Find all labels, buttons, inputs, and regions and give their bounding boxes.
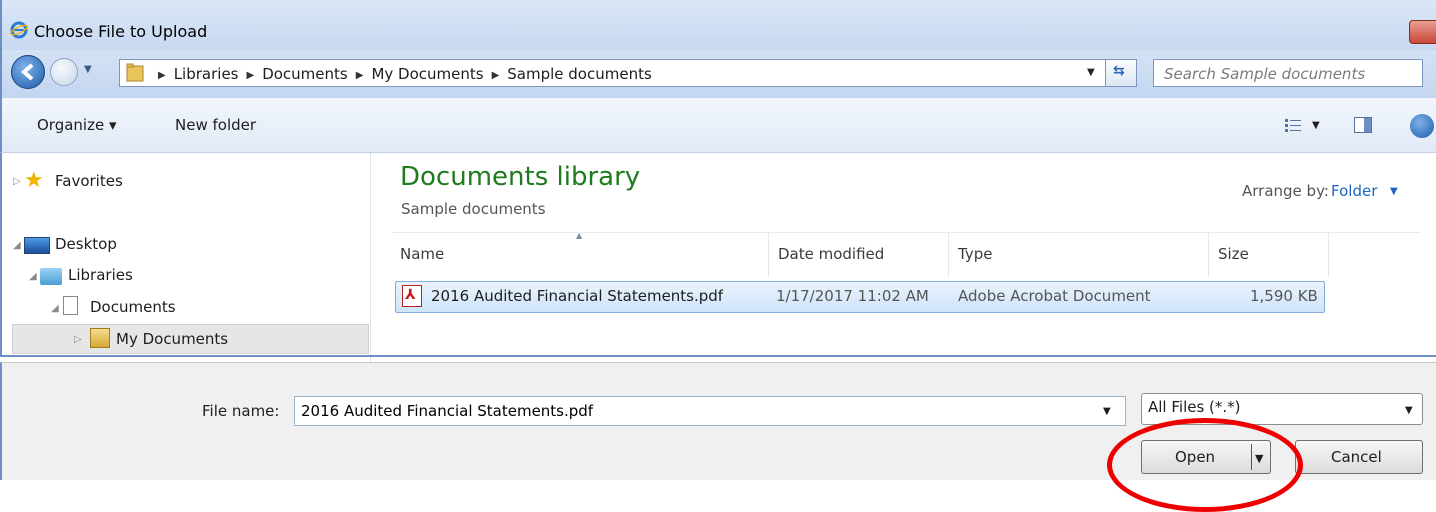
folder-icon	[90, 328, 110, 348]
window-title: Choose File to Upload	[34, 22, 208, 41]
arrange-by-label: Arrange by:	[1242, 182, 1329, 200]
file-size: 1,590 KB	[1250, 287, 1318, 305]
expand-icon[interactable]: ▷	[74, 334, 82, 345]
breadcrumb: ▶ Libraries ▶ Documents ▶ My Documents ▶ Sample…	[150, 65, 652, 83]
file-type-filter-value: All Files (*.*)	[1148, 398, 1241, 416]
close-button[interactable]	[1409, 20, 1436, 44]
column-header-size[interactable]: Size	[1218, 245, 1249, 263]
nav-item-favorites[interactable]: Favorites	[55, 172, 123, 190]
preview-pane-fill	[1364, 118, 1371, 132]
document-icon	[63, 296, 78, 315]
search-placeholder: Search Sample documents	[1164, 65, 1366, 83]
pane-border	[0, 355, 1436, 357]
column-header-name[interactable]: Name	[400, 245, 444, 263]
file-name[interactable]: 2016 Audited Financial Statements.pdf	[431, 287, 723, 305]
breadcrumb-separator-icon[interactable]: ▶	[356, 70, 364, 81]
filter-dropdown-icon[interactable]: ▼	[1405, 405, 1413, 416]
title-bar	[0, 0, 1436, 50]
nav-item-desktop[interactable]: Desktop	[55, 235, 117, 253]
cancel-button-label: Cancel	[1331, 448, 1382, 466]
breadcrumb-separator-icon[interactable]: ▶	[492, 70, 500, 81]
file-date: 1/17/2017 11:02 AM	[776, 287, 929, 305]
folder-icon	[126, 63, 144, 82]
help-icon[interactable]	[1410, 114, 1434, 138]
column-divider[interactable]	[768, 233, 769, 277]
collapse-icon[interactable]: ◢	[13, 240, 21, 251]
new-folder-button[interactable]: New folder	[175, 116, 256, 134]
file-name-label: File name:	[202, 402, 280, 420]
file-name-input[interactable]	[294, 396, 1126, 426]
arrange-by-dropdown[interactable]: Folder	[1331, 182, 1377, 200]
column-divider[interactable]	[948, 233, 949, 277]
breadcrumb-item[interactable]: Libraries	[174, 65, 239, 83]
collapse-icon[interactable]: ◢	[29, 271, 37, 282]
libraries-icon	[40, 268, 62, 285]
desktop-icon	[24, 237, 50, 254]
nav-item-libraries[interactable]: Libraries	[68, 266, 133, 284]
file-name-dropdown-icon[interactable]: ▼	[1103, 406, 1111, 417]
highlight-circle-annotation	[1107, 418, 1303, 512]
breadcrumb-separator-icon[interactable]: ▶	[158, 70, 166, 81]
library-subtitle: Sample documents	[401, 200, 546, 218]
internet-explorer-icon	[10, 21, 28, 39]
library-title: Documents library	[400, 162, 641, 192]
arrange-dropdown-icon[interactable]: ▼	[1390, 186, 1398, 197]
refresh-icon: ⇆	[1113, 63, 1125, 79]
address-dropdown-icon[interactable]: ▼	[1087, 67, 1095, 78]
views-icon[interactable]	[1284, 118, 1302, 134]
breadcrumb-item[interactable]: Sample documents	[507, 65, 652, 83]
column-divider[interactable]	[1328, 233, 1329, 277]
breadcrumb-item[interactable]: My Documents	[371, 65, 483, 83]
acrobat-glyph-icon: ⅄	[405, 287, 416, 303]
column-header-type[interactable]: Type	[958, 245, 992, 263]
back-button[interactable]	[11, 55, 45, 89]
views-dropdown-icon[interactable]: ▼	[1312, 120, 1320, 131]
expand-icon[interactable]: ▷	[13, 176, 21, 187]
column-divider[interactable]	[1208, 233, 1209, 277]
breadcrumb-item[interactable]: Documents	[262, 65, 348, 83]
header-rule	[392, 232, 1420, 233]
pane-splitter[interactable]	[370, 153, 371, 385]
file-type: Adobe Acrobat Document	[958, 287, 1151, 305]
recent-pages-chevron-icon[interactable]: ▼	[84, 64, 92, 75]
back-arrow-icon	[20, 63, 34, 81]
nav-item-my-documents[interactable]: My Documents	[116, 330, 228, 348]
organize-button[interactable]: Organize ▾	[37, 116, 117, 134]
breadcrumb-separator-icon[interactable]: ▶	[247, 70, 255, 81]
star-icon: ★	[24, 168, 44, 193]
forward-button[interactable]	[50, 58, 78, 86]
column-header-date[interactable]: Date modified	[778, 245, 884, 263]
collapse-icon[interactable]: ◢	[51, 303, 59, 314]
nav-item-documents[interactable]: Documents	[90, 298, 176, 316]
